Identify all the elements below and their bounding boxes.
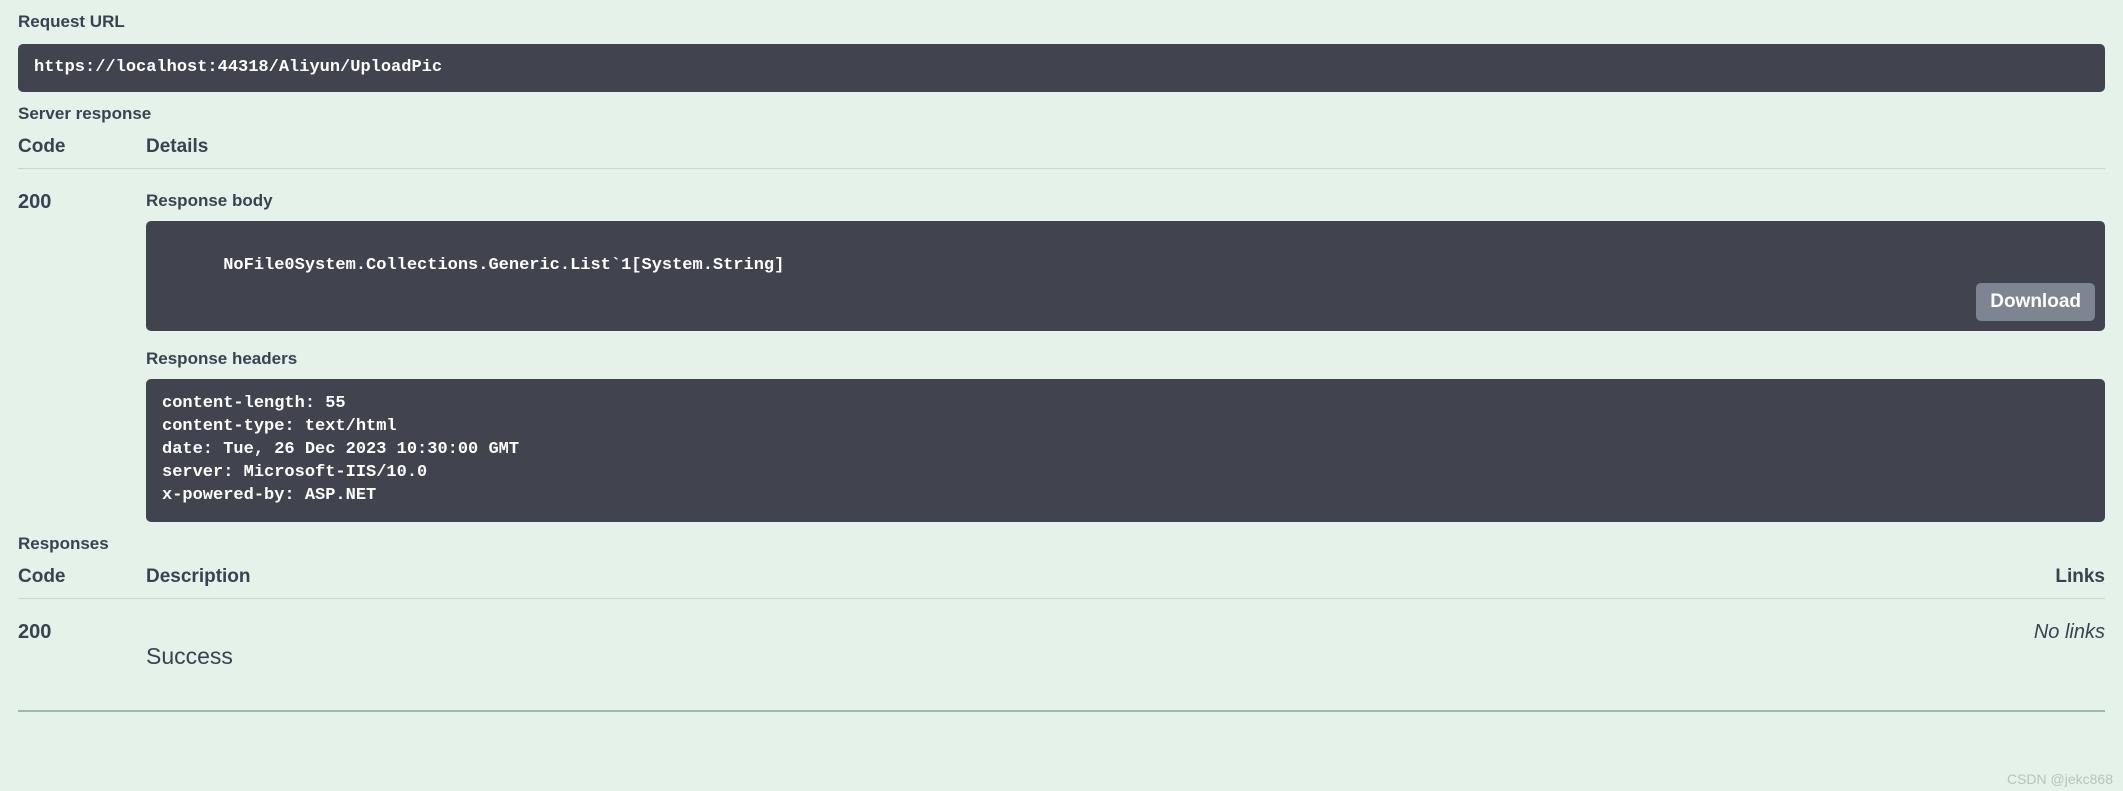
responses-row-description: Success — [146, 643, 1945, 670]
responses-row-links: No links — [1945, 621, 2105, 644]
col-header-code: Code — [18, 136, 146, 158]
download-button[interactable]: Download — [1976, 283, 2095, 321]
server-response-header-row: Code Details — [18, 136, 2105, 169]
responses-row-code: 200 — [18, 621, 146, 644]
server-response-label: Server response — [18, 104, 2105, 124]
response-body-block[interactable]: NoFile0System.Collections.Generic.List`1… — [146, 221, 2105, 331]
responses-header-row: Code Description Links — [18, 566, 2105, 599]
responses-label: Responses — [18, 534, 2105, 554]
responses-row: 200 Success No links — [18, 621, 2105, 670]
response-body-label: Response body — [146, 191, 2105, 211]
col-header-details: Details — [146, 136, 2105, 158]
watermark: CSDN @jekc868 — [2007, 771, 2113, 787]
col-header-description: Description — [146, 566, 1945, 588]
response-body-text: NoFile0System.Collections.Generic.List`1… — [223, 256, 784, 275]
response-headers-label: Response headers — [146, 349, 2105, 369]
footer-divider — [18, 710, 2105, 712]
responses-row-details: Success — [146, 621, 1945, 670]
response-details: Response body NoFile0System.Collections.… — [146, 191, 2105, 521]
status-code: 200 — [18, 191, 146, 214]
server-response-row: 200 Response body NoFile0System.Collecti… — [18, 191, 2105, 521]
col-header-code-2: Code — [18, 566, 146, 588]
request-url-value[interactable]: https://localhost:44318/Aliyun/UploadPic — [18, 44, 2105, 92]
response-headers-block[interactable]: content-length: 55 content-type: text/ht… — [146, 379, 2105, 522]
col-header-links: Links — [1945, 566, 2105, 588]
request-url-label: Request URL — [18, 12, 2105, 32]
